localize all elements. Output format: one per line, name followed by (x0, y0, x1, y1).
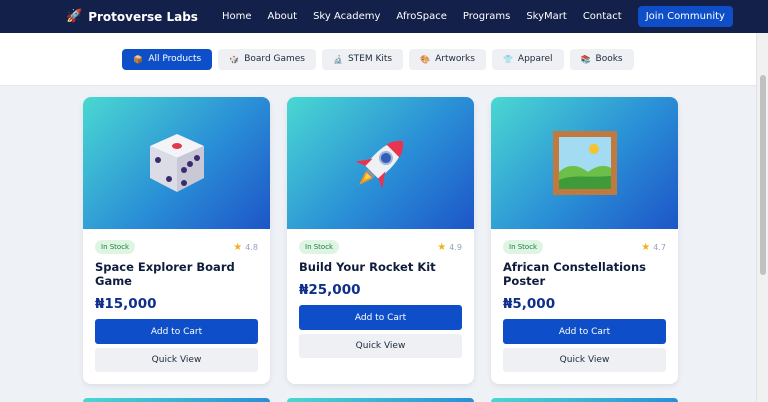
books-icon: 📚 (580, 54, 591, 64)
page-scrollbar[interactable] (756, 33, 768, 402)
product-grid: In Stock ★ 4.8 Space Explorer Board Game… (83, 97, 678, 384)
product-image[interactable] (83, 97, 270, 229)
stock-badge: In Stock (503, 240, 544, 254)
add-to-cart-button[interactable]: Add to Cart (503, 319, 666, 344)
rocket-logo-icon: 🚀 (66, 9, 83, 24)
quick-view-button[interactable]: Quick View (95, 348, 258, 372)
nav-link-programs[interactable]: Programs (455, 11, 518, 22)
nav-link-afrospace[interactable]: AfroSpace (388, 11, 455, 22)
palette-icon: 🎨 (420, 54, 431, 64)
filter-label: Books (595, 54, 623, 64)
product-card: In Stock ★ 4.7 African Constellations Po… (491, 97, 678, 384)
rating-value: 4.7 (653, 242, 666, 252)
nav-link-home[interactable]: Home (214, 11, 260, 22)
nav-link-skymart[interactable]: SkyMart (518, 11, 575, 22)
product-image[interactable] (491, 97, 678, 229)
rating: ★ 4.8 (233, 242, 258, 253)
filter-label: Apparel (517, 54, 553, 64)
package-icon: 📦 (133, 54, 144, 64)
rating-value: 4.9 (449, 242, 462, 252)
quick-view-button[interactable]: Quick View (299, 334, 462, 358)
brand[interactable]: 🚀 Protoverse Labs (66, 9, 198, 24)
nav-link-sky-academy[interactable]: Sky Academy (305, 11, 388, 22)
rating-value: 4.8 (245, 242, 258, 252)
filter-board-games[interactable]: 🎲 Board Games (218, 48, 316, 70)
product-price: ₦15,000 (95, 296, 157, 312)
product-title[interactable]: African Constellations Poster (503, 260, 666, 288)
product-card-peek (83, 398, 270, 402)
stock-badge: In Stock (299, 240, 340, 254)
filter-apparel[interactable]: 👕 Apparel (491, 48, 564, 70)
microscope-icon: 🔬 (333, 54, 343, 64)
framed-picture-icon (552, 131, 617, 195)
quick-view-button[interactable]: Quick View (503, 348, 666, 372)
star-icon: ★ (437, 241, 447, 253)
nav-link-contact[interactable]: Contact (575, 11, 630, 22)
filter-label: STEM Kits (347, 54, 393, 64)
filter-stem-kits[interactable]: 🔬 STEM Kits (322, 48, 404, 70)
top-navbar: 🚀 Protoverse Labs Home About Sky Academy… (0, 0, 768, 33)
nav-links: Home About Sky Academy AfroSpace Program… (214, 6, 733, 27)
next-product-row (83, 398, 678, 402)
product-image[interactable] (287, 97, 474, 229)
filter-label: Artworks (435, 54, 475, 64)
product-card-peek (491, 398, 678, 402)
rocket-icon (355, 140, 403, 189)
rating: ★ 4.7 (641, 242, 666, 253)
product-card: In Stock ★ 4.8 Space Explorer Board Game… (83, 97, 270, 384)
filter-artworks[interactable]: 🎨 Artworks (409, 48, 486, 70)
product-title[interactable]: Build Your Rocket Kit (299, 260, 462, 274)
nav-link-about[interactable]: About (259, 11, 305, 22)
product-price: ₦25,000 (299, 282, 361, 298)
filter-label: Board Games (244, 54, 305, 64)
product-price: ₦5,000 (503, 296, 556, 312)
star-icon: ★ (641, 241, 651, 253)
add-to-cart-button[interactable]: Add to Cart (95, 319, 258, 344)
product-title[interactable]: Space Explorer Board Game (95, 260, 258, 288)
rating: ★ 4.9 (437, 242, 462, 253)
filter-label: All Products (148, 54, 202, 64)
dice-icon (149, 134, 204, 192)
filter-all-products[interactable]: 📦 All Products (122, 48, 213, 70)
star-icon: ★ (233, 241, 243, 253)
filter-books[interactable]: 📚 Books (569, 48, 634, 70)
category-filter-bar: 📦 All Products 🎲 Board Games 🔬 STEM Kits… (0, 33, 756, 86)
dice-icon: 🎲 (229, 54, 240, 64)
brand-name: Protoverse Labs (88, 9, 198, 24)
shirt-icon: 👕 (502, 54, 513, 64)
product-card-peek (287, 398, 474, 402)
stock-badge: In Stock (95, 240, 136, 254)
join-community-button[interactable]: Join Community (637, 6, 733, 27)
product-card: In Stock ★ 4.9 Build Your Rocket Kit ₦25… (287, 97, 474, 384)
add-to-cart-button[interactable]: Add to Cart (299, 305, 462, 330)
scrollbar-thumb[interactable] (760, 75, 766, 275)
